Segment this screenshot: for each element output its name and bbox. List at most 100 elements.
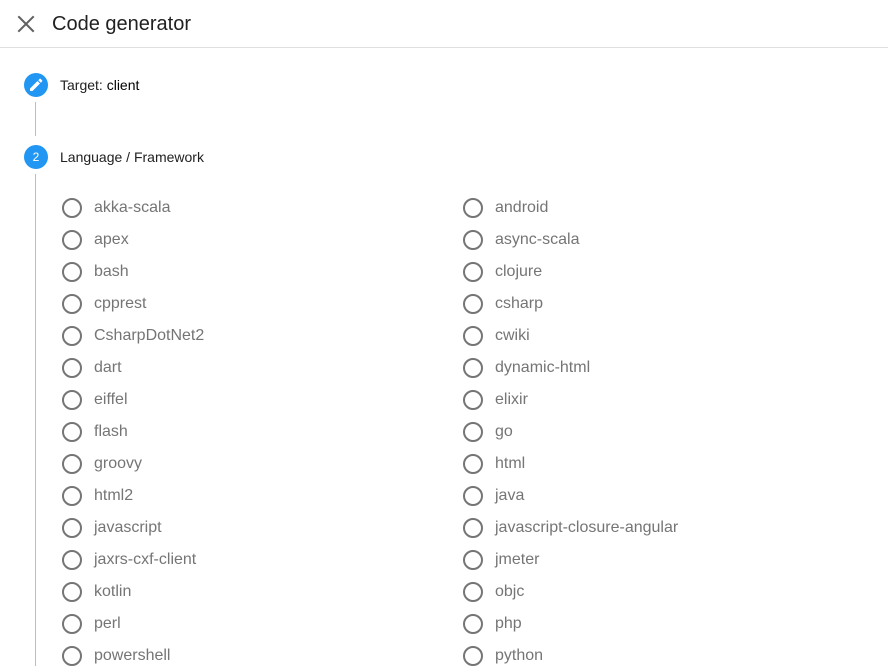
option-label: groovy [94,455,143,472]
option-label: kotlin [94,583,132,600]
language-option[interactable]: dynamic-html [463,352,590,384]
radio-button[interactable] [463,582,483,602]
option-label: html [495,455,526,472]
language-option[interactable]: android [463,192,548,224]
option-label: async-scala [495,231,580,248]
language-option[interactable]: bash [62,256,129,288]
option-label: eiffel [94,391,128,408]
radio-button[interactable] [62,646,82,666]
option-label: perl [94,615,121,632]
radio-button[interactable] [62,582,82,602]
target-caption: Target: [60,77,103,93]
radio-button[interactable] [463,454,483,474]
option-label: javascript [94,519,162,536]
language-option[interactable]: kotlin [62,576,131,608]
option-label: powershell [94,647,171,664]
language-option[interactable]: objc [463,576,524,608]
language-option[interactable]: flash [62,416,128,448]
language-option[interactable]: javascript [62,512,162,544]
language-option[interactable]: go [463,416,513,448]
radio-button[interactable] [463,294,483,314]
option-label: go [495,423,513,440]
option-label: android [495,199,549,216]
radio-button[interactable] [463,230,483,250]
close-icon [17,15,35,33]
radio-button[interactable] [62,518,82,538]
step-target-label[interactable]: Target: client [60,76,139,94]
option-label: objc [495,583,525,600]
step-language-label: Language / Framework [60,149,204,165]
option-label: flash [94,423,128,440]
language-option[interactable]: clojure [463,256,542,288]
option-label: csharp [495,295,544,312]
radio-button[interactable] [62,550,82,570]
dialog-header: Code generator [0,0,888,48]
step-language-badge: 2 [24,145,48,169]
radio-button[interactable] [62,614,82,634]
option-label: jaxrs-cxf-client [94,551,197,568]
option-label: bash [94,263,129,280]
language-option[interactable]: html [463,448,525,480]
language-option[interactable]: apex [62,224,129,256]
option-label: java [495,487,525,504]
language-option[interactable]: perl [62,608,121,640]
step-target-badge[interactable] [24,73,48,97]
language-option[interactable]: groovy [62,448,142,480]
radio-button[interactable] [62,422,82,442]
language-option[interactable]: async-scala [463,224,579,256]
language-option[interactable]: akka-scala [62,192,170,224]
radio-button[interactable] [62,486,82,506]
option-label: akka-scala [94,199,171,216]
radio-button[interactable] [62,358,82,378]
language-option[interactable]: python [463,640,543,672]
target-value: client [106,77,140,93]
language-option[interactable]: elixir [463,384,528,416]
radio-button[interactable] [62,326,82,346]
radio-button[interactable] [463,326,483,346]
radio-button[interactable] [463,422,483,442]
language-option[interactable]: html2 [62,480,133,512]
language-option[interactable]: dart [62,352,122,384]
option-label: dynamic-html [495,359,591,376]
radio-button[interactable] [62,454,82,474]
radio-button[interactable] [62,262,82,282]
pencil-icon [30,78,43,91]
option-label: clojure [495,263,543,280]
radio-button[interactable] [62,198,82,218]
radio-button[interactable] [463,486,483,506]
language-option[interactable]: jmeter [463,544,539,576]
page-title: Code generator [52,13,191,35]
option-label: python [495,647,544,664]
language-option[interactable]: powershell [62,640,170,672]
option-label: apex [94,231,129,248]
radio-button[interactable] [463,358,483,378]
radio-button[interactable] [463,550,483,570]
option-label: html2 [94,487,134,504]
language-option[interactable]: eiffel [62,384,128,416]
radio-button[interactable] [463,614,483,634]
language-option[interactable]: javascript-closure-angular [463,512,678,544]
radio-button[interactable] [62,230,82,250]
radio-button[interactable] [463,198,483,218]
radio-button[interactable] [62,390,82,410]
language-option[interactable]: CsharpDotNet2 [62,320,204,352]
option-label: elixir [495,391,528,408]
language-option[interactable]: csharp [463,288,543,320]
language-option[interactable]: jaxrs-cxf-client [62,544,196,576]
radio-button[interactable] [463,518,483,538]
language-option[interactable]: cwiki [463,320,530,352]
language-option[interactable]: java [463,480,524,512]
language-option[interactable]: php [463,608,522,640]
close-button[interactable] [12,10,40,38]
radio-button[interactable] [463,262,483,282]
step-connector-line [35,174,36,666]
option-label: javascript-closure-angular [495,519,679,536]
step-connector-line [35,102,36,136]
radio-button[interactable] [62,294,82,314]
language-option[interactable]: cpprest [62,288,146,320]
option-label: CsharpDotNet2 [94,327,205,344]
option-label: dart [94,359,122,376]
radio-button[interactable] [463,390,483,410]
option-label: cwiki [495,327,530,344]
radio-button[interactable] [463,646,483,666]
